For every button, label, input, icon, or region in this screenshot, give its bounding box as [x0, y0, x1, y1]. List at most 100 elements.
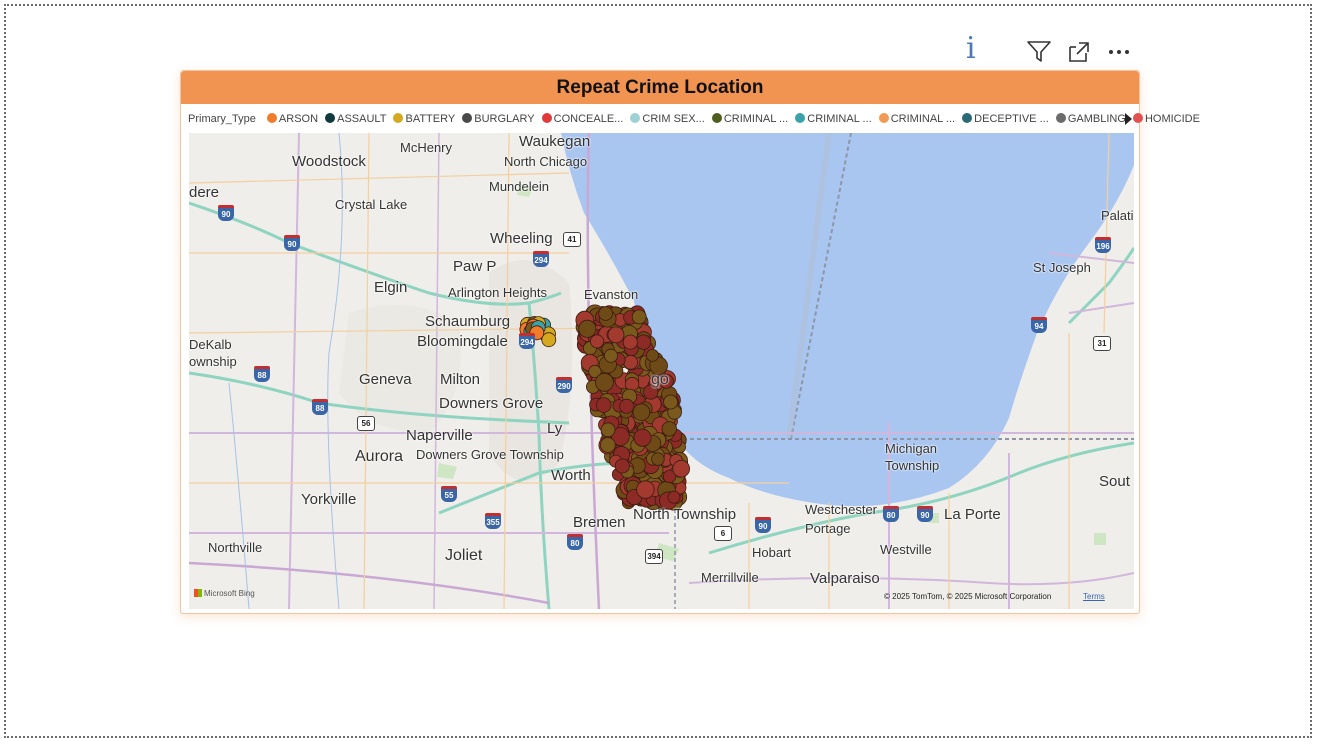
terms-link[interactable]: Terms: [1083, 592, 1105, 601]
place-label: Crystal Lake: [335, 197, 408, 212]
highway-shield: 290: [556, 377, 572, 393]
highway-shield: 90: [917, 506, 933, 522]
legend-item[interactable]: CRIMINAL ...: [878, 111, 955, 127]
info-icon[interactable]: i: [966, 34, 976, 64]
crime-marker: [590, 334, 605, 349]
legend-item[interactable]: CRIM SEX...: [630, 111, 705, 127]
crime-marker: [623, 354, 639, 370]
legend-item[interactable]: CONCEALE...: [541, 111, 623, 127]
legend-next-arrow[interactable]: [1125, 113, 1132, 125]
legend-item[interactable]: ARSON: [266, 111, 318, 127]
place-label: La Porte: [944, 506, 1001, 523]
place-label: go: [651, 371, 669, 388]
highway-shield: 80: [567, 534, 583, 550]
more-options-icon[interactable]: [1106, 39, 1132, 65]
visual-title: Repeat Crime Location: [181, 71, 1139, 104]
legend-item[interactable]: BATTERY: [393, 111, 455, 127]
crime-marker: [595, 397, 612, 413]
legend-swatch: [962, 113, 973, 123]
place-label: Wheeling: [490, 230, 553, 247]
place-label: North Township: [633, 506, 737, 523]
highway-shield: 196: [1095, 237, 1111, 253]
crime-marker: [594, 372, 614, 392]
highway-shield: 294: [519, 333, 535, 349]
place-label: Downers Grove Township: [416, 447, 564, 462]
place-label: DeKalb: [189, 337, 232, 352]
crime-marker: [672, 459, 691, 478]
place-label: Mundelein: [489, 179, 549, 194]
legend-item[interactable]: HOMICIDE: [1132, 111, 1200, 127]
highway-shield: 294: [533, 251, 549, 267]
focus-mode-icon[interactable]: [1066, 39, 1092, 65]
legend-item[interactable]: GAMBLING: [1055, 111, 1126, 127]
place-label: Portage: [805, 521, 851, 536]
legend-swatch: [393, 113, 404, 123]
visual-header-toolbar: i: [960, 34, 1140, 66]
highway-shield: 90: [284, 235, 300, 251]
legend-swatch: [325, 113, 336, 123]
legend-swatch: [266, 113, 277, 123]
highway-shield: 90: [218, 205, 234, 221]
place-label: Joliet: [445, 547, 483, 564]
legend-title: Primary_Type: [188, 113, 256, 125]
crime-marker: [636, 480, 655, 499]
map-visual[interactable]: Repeat Crime Location Primary_Type ARSON…: [180, 70, 1200, 614]
place-label: St Joseph: [1033, 260, 1091, 275]
bing-logo: Microsoft Bing: [194, 589, 255, 598]
place-label: Ly: [547, 420, 563, 437]
place-label: Paw P: [453, 258, 497, 275]
legend-swatch: [878, 113, 889, 123]
highway-shield: 56: [357, 416, 375, 431]
highway-shield: 94: [1031, 317, 1047, 333]
crime-marker: [631, 309, 647, 325]
crime-marker: [661, 421, 678, 437]
legend-swatch: [630, 113, 641, 123]
highway-shield: 88: [254, 366, 270, 382]
place-label: Michigan: [885, 441, 938, 456]
place-label: Aurora: [355, 448, 404, 465]
crime-marker: [635, 334, 652, 350]
crime-marker: [600, 437, 616, 453]
map-canvas[interactable]: Waukegan McHenry North Chicago Woodstock…: [189, 133, 1134, 609]
filter-icon[interactable]: [1026, 39, 1052, 65]
place-label: Yorkville: [301, 491, 357, 508]
legend-item[interactable]: BURGLARY: [462, 111, 535, 127]
legend-item[interactable]: DECEPTIVE ...: [962, 111, 1049, 127]
crime-marker: [651, 452, 665, 466]
place-label: Westchester: [805, 502, 878, 517]
place-label: Woodstock: [292, 153, 366, 170]
legend-swatch: [795, 113, 806, 123]
crime-marker: [646, 348, 659, 362]
crime-marker: [632, 403, 651, 422]
highway-shield: 41: [563, 232, 581, 247]
place-label: Valparaiso: [810, 570, 880, 587]
legend-swatch: [1132, 113, 1143, 123]
place-label: North Chicago: [504, 154, 588, 169]
legend-swatch: [462, 113, 473, 123]
crime-marker: [667, 490, 681, 504]
place-label: dere: [189, 184, 220, 201]
place-label: ownship: [189, 354, 237, 369]
crime-marker: [633, 428, 652, 447]
crime-marker: [600, 422, 616, 438]
legend-swatch: [541, 113, 552, 123]
place-label: Worth: [551, 467, 591, 484]
highway-shield: 31: [1093, 336, 1111, 351]
place-label: Elgin: [374, 279, 408, 296]
place-label: Westville: [880, 542, 932, 557]
place-label: Geneva: [359, 371, 412, 388]
crime-marker: [578, 319, 597, 338]
crime-marker: [603, 348, 618, 363]
crime-marker: [619, 398, 635, 414]
crime-marker: [624, 376, 640, 392]
crime-marker: [614, 458, 630, 474]
crime-marker: [622, 334, 638, 350]
highway-shield: 394: [645, 549, 663, 564]
legend-item[interactable]: ASSAULT: [325, 111, 386, 127]
place-label: Sout: [1099, 473, 1130, 490]
place-label: Schaumburg: [425, 313, 511, 330]
place-label: Northville: [208, 540, 263, 555]
legend-item[interactable]: CRIMINAL ...: [711, 111, 788, 127]
legend-item[interactable]: CRIMINAL ...: [795, 111, 872, 127]
place-label: Downers Grove: [439, 395, 544, 412]
